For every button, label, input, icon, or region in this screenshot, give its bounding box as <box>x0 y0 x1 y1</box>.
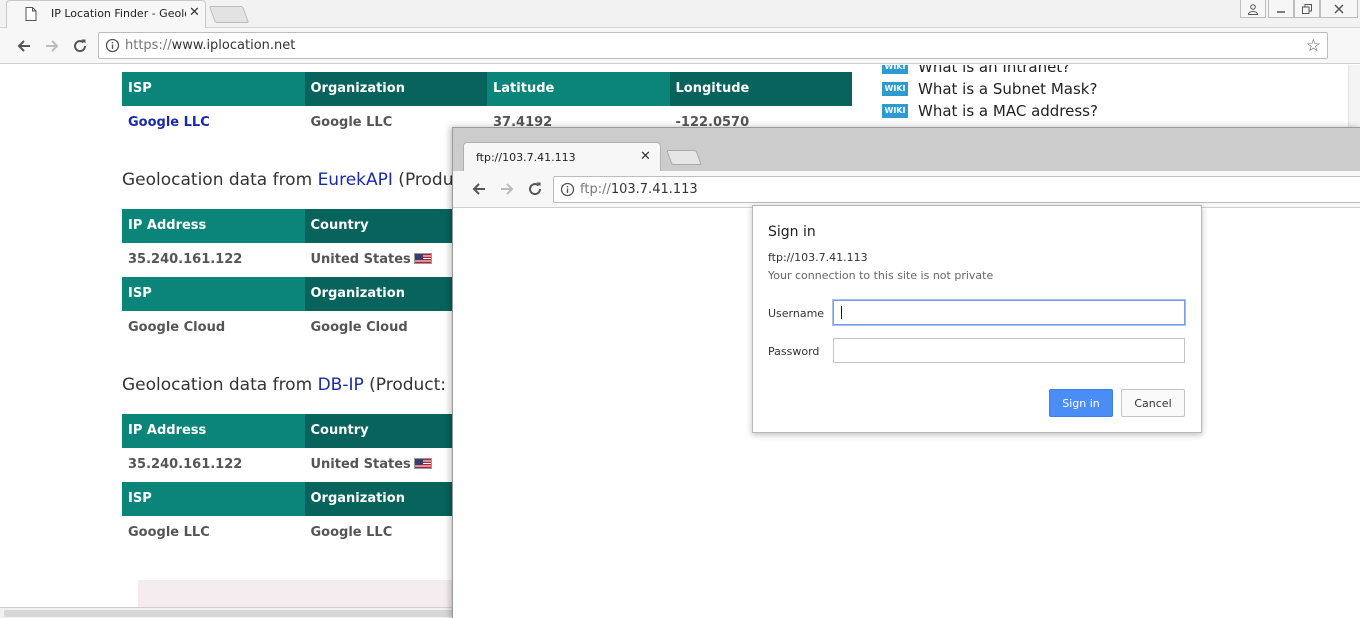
popup-tab-close-icon[interactable]: ✕ <box>640 149 651 165</box>
wiki-link-list: WIKI What is an Intranet? WIKI What is a S… <box>882 65 1098 122</box>
profile-button[interactable] <box>1240 0 1266 18</box>
isp-value: Google Cloud <box>128 320 226 335</box>
url-host: 103.7.41.113 <box>610 182 698 197</box>
arrow-left-icon <box>472 183 485 195</box>
arrow-right-icon <box>46 40 59 52</box>
minimize-icon <box>1277 10 1285 13</box>
popup-address-bar[interactable]: ftp://103.7.41.113 <box>553 176 1360 203</box>
info-circle-icon[interactable] <box>560 182 575 197</box>
country-value: United States <box>310 457 411 472</box>
popup-tab[interactable]: ftp://103.7.41.113 ✕ <box>463 142 661 171</box>
document-icon <box>25 7 37 21</box>
url-scheme: ftp:// <box>580 182 611 197</box>
back-button[interactable] <box>14 36 34 56</box>
isp-link[interactable]: Google LLC <box>122 106 305 140</box>
header-latitude: Latitude <box>487 72 670 106</box>
country-value: United States <box>310 252 411 267</box>
wiki-badge-icon: WIKI <box>882 65 908 74</box>
dialog-warning: Your connection to this site is not priv… <box>768 269 994 282</box>
address-url: https://www.iplocation.net <box>125 38 295 53</box>
isp-value: Google LLC <box>128 525 210 540</box>
eurekapi-link[interactable]: EurekAPI <box>318 170 393 190</box>
close-window-button[interactable] <box>1320 0 1358 18</box>
new-tab-button[interactable] <box>208 6 250 23</box>
banner-image <box>138 580 458 607</box>
popup-tabstrip: ftp://103.7.41.113 ✕ <box>453 128 1360 171</box>
main-tab-title: IP Location Finder - Geolocation <box>51 7 186 20</box>
dialog-title: Sign in <box>768 224 816 240</box>
minimize-button[interactable] <box>1268 0 1294 18</box>
section-prefix: Geolocation data from <box>122 170 318 190</box>
wiki-badge-icon: WIKI <box>882 82 908 96</box>
section-heading-dbip: Geolocation data from DB-IP (Product: Fu… <box>122 375 502 395</box>
main-tabstrip: IP Location Finder - Geolocation ✕ <box>0 0 1360 28</box>
restore-icon <box>1302 3 1312 14</box>
section-prefix: Geolocation data from <box>122 375 318 395</box>
main-tab[interactable]: IP Location Finder - Geolocation ✕ <box>6 0 206 28</box>
signin-dialog: Sign in ftp://103.7.41.113 Your connecti… <box>752 205 1202 433</box>
wiki-link-mac-address[interactable]: WIKI What is a MAC address? <box>882 100 1098 122</box>
password-label: Password <box>768 345 820 358</box>
wiki-badge-icon: WIKI <box>882 104 908 118</box>
cancel-button[interactable]: Cancel <box>1121 389 1185 417</box>
popup-forward-button[interactable] <box>497 179 517 199</box>
reload-icon <box>529 182 542 196</box>
username-label: Username <box>768 307 825 320</box>
popup-reload-button[interactable] <box>525 179 545 199</box>
url-scheme: https:// <box>125 38 172 53</box>
wiki-link-label: What is a MAC address? <box>918 102 1098 120</box>
popup-new-tab-button[interactable] <box>666 150 702 165</box>
address-bar[interactable]: https://www.iplocation.net ☆ <box>98 32 1328 59</box>
popup-tab-title: ftp://103.7.41.113 <box>476 151 576 164</box>
header-longitude: Longitude <box>669 72 852 106</box>
restore-button[interactable] <box>1294 0 1320 18</box>
table-header-row: ISP Organization Latitude Longitude <box>122 72 852 106</box>
reload-icon <box>74 39 87 53</box>
url-host: www.iplocation.net <box>171 38 296 53</box>
section-heading-eurekapi: Geolocation data from EurekAPI (Product:… <box>122 170 492 190</box>
close-icon <box>1334 3 1344 14</box>
popup-toolbar: ftp://103.7.41.113 <box>453 171 1360 208</box>
wiki-link-label: What is a Subnet Mask? <box>918 80 1098 98</box>
popup-back-button[interactable] <box>469 179 489 199</box>
bookmark-star-icon[interactable]: ☆ <box>1306 36 1321 56</box>
info-circle-icon[interactable] <box>105 38 120 53</box>
header-organization: Organization <box>304 72 487 106</box>
dbip-link[interactable]: DB-IP <box>318 375 364 395</box>
header-ip-address: IP Address <box>122 209 305 243</box>
popup-address-url: ftp://103.7.41.113 <box>580 182 698 197</box>
wiki-link-subnet-mask[interactable]: WIKI What is a Subnet Mask? <box>882 78 1098 100</box>
wiki-link-label: What is an Intranet? <box>918 65 1071 76</box>
header-isp: ISP <box>122 72 305 106</box>
us-flag-icon <box>413 253 432 264</box>
ip-address-value: 35.240.161.122 <box>128 252 243 267</box>
signin-button[interactable]: Sign in <box>1049 389 1113 417</box>
password-field[interactable] <box>833 338 1185 363</box>
reload-button[interactable] <box>70 36 90 56</box>
header-ip-address: IP Address <box>122 414 305 448</box>
us-flag-icon <box>413 458 432 469</box>
wiki-link-intranet[interactable]: WIKI What is an Intranet? <box>882 65 1098 78</box>
header-isp: ISP <box>122 277 305 311</box>
arrow-right-icon <box>501 183 514 195</box>
arrow-left-icon <box>17 40 30 52</box>
main-toolbar: https://www.iplocation.net ☆ <box>0 28 1360 82</box>
username-field[interactable] <box>833 300 1185 325</box>
main-tab-close-icon[interactable]: ✕ <box>189 5 200 21</box>
forward-button[interactable] <box>42 36 62 56</box>
dialog-host: ftp://103.7.41.113 <box>768 251 868 264</box>
header-isp: ISP <box>122 482 305 516</box>
ip-address-value: 35.240.161.122 <box>128 457 243 472</box>
text-caret <box>841 306 842 319</box>
person-icon <box>1247 3 1259 15</box>
